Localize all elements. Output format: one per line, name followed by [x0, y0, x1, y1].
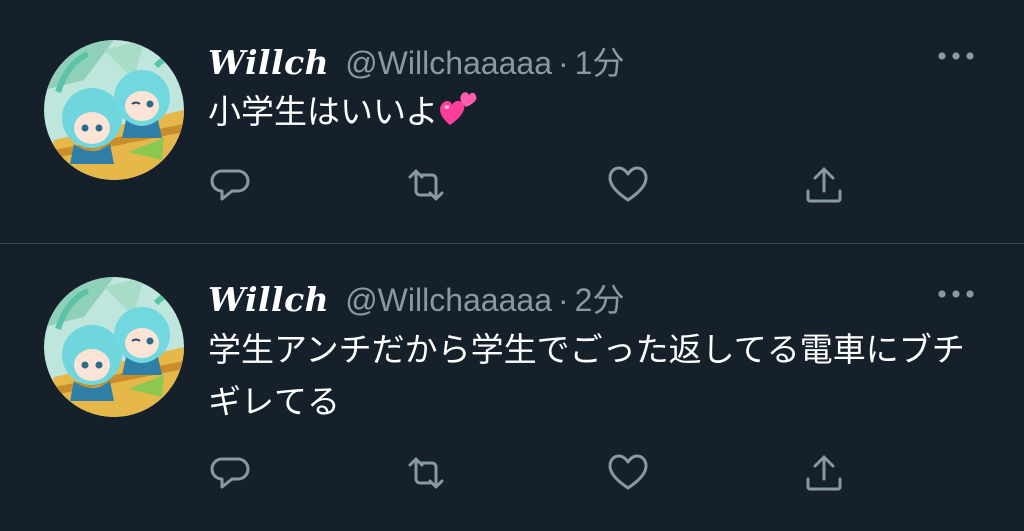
retweet-icon[interactable] [404, 451, 448, 495]
more-icon[interactable] [936, 46, 976, 66]
tweet-text-content: 学生アンチだから学生でごった返してる電車にブチギレてる [208, 330, 965, 421]
timestamp[interactable]: 1分 [575, 38, 625, 84]
user-handle[interactable]: @Willchaaaaa [345, 45, 552, 82]
tweet[interactable]: Willch @Willchaaaaa · 2分 学生アンチだから学生でごった返… [0, 244, 1024, 531]
share-icon[interactable] [802, 163, 846, 207]
tweet-actions [208, 451, 858, 495]
like-icon[interactable] [606, 163, 650, 207]
tweet[interactable]: Willch @Willchaaaaa · 1分 小学生はいいよ [0, 0, 1024, 243]
tweet-text-content: 小学生はいいよ [208, 92, 439, 131]
two-hearts-emoji [438, 89, 478, 129]
retweet-icon[interactable] [404, 163, 448, 207]
user-handle[interactable]: @Willchaaaaa [345, 282, 552, 319]
tweet-header: Willch @Willchaaaaa · 2分 [208, 275, 624, 319]
display-name[interactable]: Willch [208, 43, 329, 82]
tweet-text: 小学生はいいよ [208, 86, 988, 138]
reply-icon[interactable] [208, 163, 252, 207]
more-icon[interactable] [936, 284, 976, 304]
share-icon[interactable] [802, 451, 846, 495]
like-icon[interactable] [606, 451, 650, 495]
avatar[interactable] [44, 40, 184, 180]
tweet-header: Willch @Willchaaaaa · 1分 [208, 38, 624, 82]
tweet-text: 学生アンチだから学生でごった返してる電車にブチギレてる [208, 324, 988, 428]
separator-dot: · [557, 282, 569, 318]
separator-dot: · [557, 45, 569, 81]
timestamp[interactable]: 2分 [575, 275, 625, 321]
display-name[interactable]: Willch [208, 280, 329, 319]
timeline: Willch @Willchaaaaa · 1分 小学生はいいよ Willch … [0, 0, 1024, 531]
tweet-actions [208, 163, 858, 207]
reply-icon[interactable] [208, 451, 252, 495]
avatar[interactable] [44, 277, 184, 417]
